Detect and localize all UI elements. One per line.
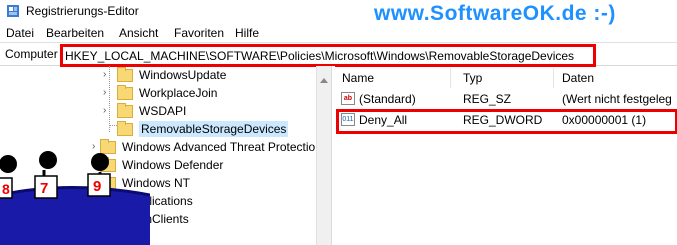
tree-connector	[109, 125, 117, 126]
chevron-right-icon[interactable]: ›	[103, 105, 106, 116]
column-separator[interactable]	[553, 68, 554, 88]
figure-head	[39, 151, 57, 169]
value-name: (Standard)	[359, 92, 416, 106]
jury-table	[0, 187, 150, 245]
figure-head	[0, 155, 17, 173]
score-7: 7	[40, 180, 48, 197]
values-list: Name Typ Daten ab (Standard) REG_SZ (Wer…	[335, 66, 677, 245]
tree-item-windowsupdate[interactable]: WindowsUpdate	[117, 66, 226, 84]
address-bar[interactable]: Computer HKEY_LOCAL_MACHINE\SOFTWARE\Pol…	[0, 42, 677, 67]
folder-icon	[117, 120, 133, 136]
chevron-right-icon[interactable]: ›	[103, 87, 106, 98]
column-header-name[interactable]: Name	[342, 71, 374, 85]
chevron-right-icon[interactable]: ›	[103, 69, 106, 80]
scroll-up-arrow-icon[interactable]	[320, 70, 328, 90]
value-row-standard[interactable]: ab (Standard) REG_SZ (Wert nicht festgel…	[335, 90, 677, 108]
address-path[interactable]: HKEY_LOCAL_MACHINE\SOFTWARE\Policies\Mic…	[65, 49, 574, 63]
menu-datei[interactable]: Datei	[6, 26, 34, 40]
menu-ansicht[interactable]: Ansicht	[119, 26, 158, 40]
menu-hilfe[interactable]: Hilfe	[235, 26, 259, 40]
title-bar: Registrierungs-Editor www.SoftwareOK.de …	[0, 0, 677, 25]
tree-item-removablestoragedevices[interactable]: RemovableStorageDevices	[117, 120, 289, 138]
column-header-type[interactable]: Typ	[463, 71, 482, 85]
score-9: 9	[93, 178, 101, 195]
folder-icon	[117, 102, 133, 118]
tree-connector	[109, 66, 110, 132]
score-8: 8	[2, 181, 10, 197]
tree-item-label: WindowsUpdate	[139, 68, 227, 82]
menu-bar: Datei Bearbeiten Ansicht Favoriten Hilfe	[0, 22, 677, 42]
tree-scrollbar[interactable]	[316, 66, 331, 245]
folder-icon	[117, 66, 133, 82]
tree-item-label: WSDAPI	[139, 104, 187, 118]
window-title: Registrierungs-Editor	[26, 4, 139, 18]
menu-favoriten[interactable]: Favoriten	[174, 26, 224, 40]
value-type: REG_SZ	[463, 92, 512, 106]
tree-item-wsdapi[interactable]: WSDAPI	[117, 102, 186, 120]
tree-item-label: RemovableStorageDevices	[139, 121, 289, 137]
tree-item-label: WorkplaceJoin	[139, 86, 218, 100]
menu-bearbeiten[interactable]: Bearbeiten	[46, 26, 104, 40]
value-data: (Wert nicht festgeleg	[562, 92, 672, 106]
tree-item-workplacejoin[interactable]: WorkplaceJoin	[117, 84, 217, 102]
cartoon-jury-illustration: 8 7 9	[0, 151, 150, 245]
address-label: Computer	[5, 47, 58, 61]
registry-editor-icon	[7, 5, 19, 17]
tree-item-label: Windows Advanced Threat Protectio	[122, 140, 316, 154]
deny-all-highlight	[336, 109, 677, 134]
string-value-icon: ab	[341, 92, 355, 105]
address-path-highlight[interactable]: HKEY_LOCAL_MACHINE\SOFTWARE\Policies\Mic…	[60, 44, 596, 67]
figure-head	[91, 153, 109, 171]
column-separator[interactable]	[450, 68, 451, 88]
column-header-data[interactable]: Daten	[562, 71, 594, 85]
folder-icon	[117, 84, 133, 100]
